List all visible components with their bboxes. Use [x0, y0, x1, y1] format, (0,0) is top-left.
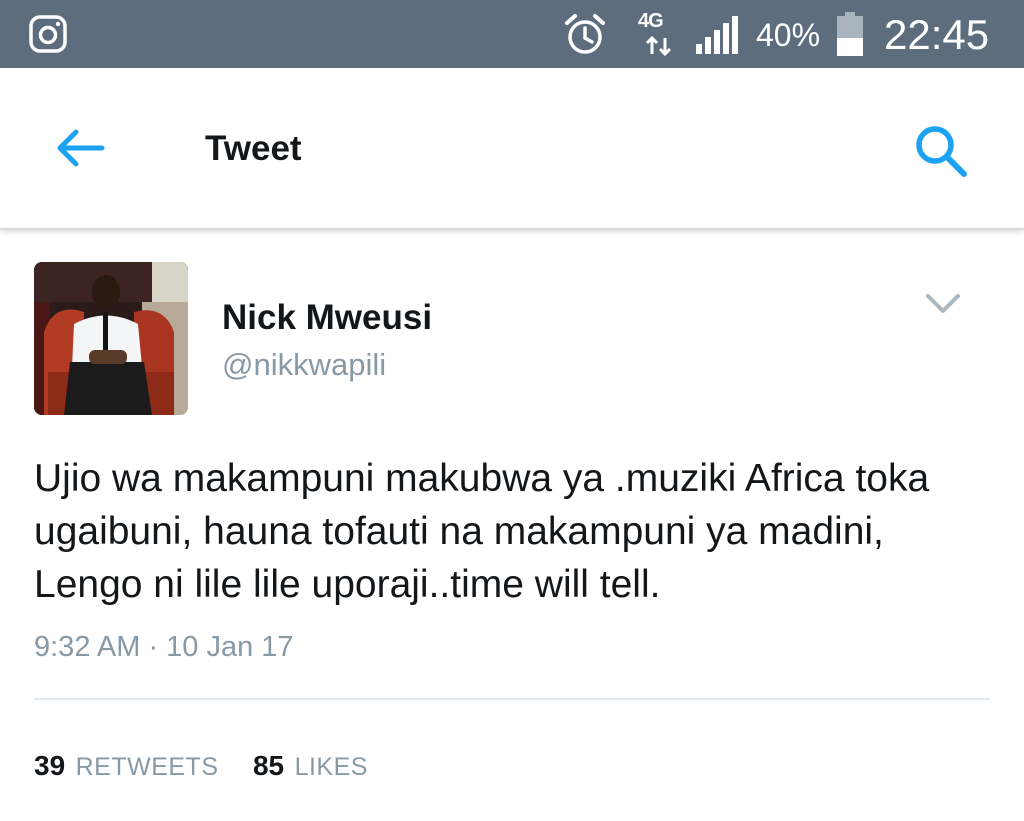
- battery-icon: [837, 12, 863, 56]
- likes-label: LIKES: [294, 753, 368, 781]
- divider: [34, 698, 990, 700]
- chevron-down-icon[interactable]: [924, 290, 962, 318]
- instagram-icon: [29, 15, 67, 53]
- clock-time: 22:45: [884, 11, 990, 58]
- likes-stat[interactable]: 85 LIKES: [253, 746, 368, 791]
- tweet-stats: 39 RETWEETS 85 LIKES: [34, 746, 398, 786]
- retweets-count: 39: [34, 750, 66, 781]
- back-arrow-icon[interactable]: [52, 123, 108, 173]
- retweets-stat[interactable]: 39 RETWEETS: [34, 746, 219, 791]
- retweets-label: RETWEETS: [75, 753, 219, 781]
- avatar[interactable]: [34, 262, 188, 415]
- signal-icon: [696, 16, 738, 54]
- status-bar: 4G 40% 22:45: [0, 0, 1024, 68]
- tweet-text: Ujio wa makampuni makubwa ya .muziki Afr…: [34, 457, 930, 606]
- search-icon[interactable]: [912, 122, 970, 180]
- alarm-icon: [565, 14, 605, 54]
- page-title: Tweet: [205, 129, 302, 168]
- author-name[interactable]: Nick Mweusi: [222, 296, 432, 340]
- tweet-timestamp: 9:32 AM · 10 Jan 17: [34, 631, 294, 663]
- app-bar: Tweet: [0, 68, 1024, 230]
- author-handle[interactable]: @nikkwapili: [222, 345, 386, 385]
- battery-percent: 40%: [756, 17, 821, 53]
- network-4g-icon: 4G: [638, 10, 680, 58]
- likes-count: 85: [252, 750, 285, 781]
- network-label: 4G: [638, 10, 664, 32]
